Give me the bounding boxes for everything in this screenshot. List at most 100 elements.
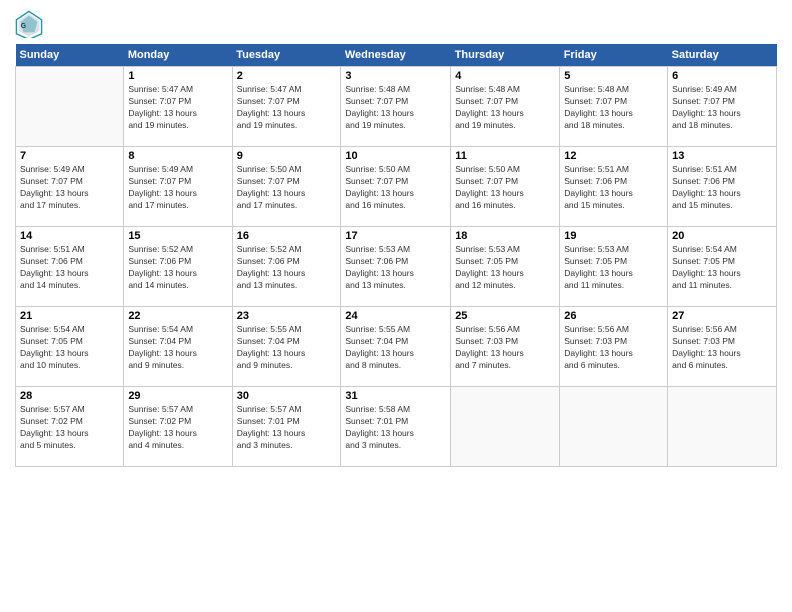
calendar-cell-1 — [16, 67, 124, 147]
col-monday: Monday — [124, 44, 232, 67]
day-number-25: 25 — [455, 310, 555, 322]
day-info-4: Sunrise: 5:48 AM Sunset: 7:07 PM Dayligh… — [455, 84, 555, 132]
col-tuesday: Tuesday — [232, 44, 341, 67]
day-info-31: Sunrise: 5:58 AM Sunset: 7:01 PM Dayligh… — [345, 404, 446, 452]
week-row-3: 14 Sunrise: 5:51 AM Sunset: 7:06 PM Dayli… — [16, 227, 777, 307]
day-info-22: Sunrise: 5:54 AM Sunset: 7:04 PM Dayligh… — [128, 324, 227, 372]
day-number-10: 10 — [345, 150, 446, 162]
day-number-20: 20 — [672, 230, 772, 242]
day-number-31: 31 — [345, 390, 446, 402]
calendar-cell-4: 3 Sunrise: 5:48 AM Sunset: 7:07 PM Daylig… — [341, 67, 451, 147]
calendar-cell-24: 23 Sunrise: 5:55 AM Sunset: 7:04 PM Dayli… — [232, 307, 341, 387]
calendar-cell-8: 7 Sunrise: 5:49 AM Sunset: 7:07 PM Daylig… — [16, 147, 124, 227]
day-number-24: 24 — [345, 310, 446, 322]
calendar-cell-15: 14 Sunrise: 5:51 AM Sunset: 7:06 PM Dayli… — [16, 227, 124, 307]
calendar-cell-13: 12 Sunrise: 5:51 AM Sunset: 7:06 PM Dayli… — [560, 147, 668, 227]
day-number-2: 2 — [237, 70, 337, 82]
calendar-table: Sunday Monday Tuesday Wednesday Thursday… — [15, 44, 777, 467]
day-info-7: Sunrise: 5:49 AM Sunset: 7:07 PM Dayligh… — [20, 164, 119, 212]
day-info-5: Sunrise: 5:48 AM Sunset: 7:07 PM Dayligh… — [564, 84, 663, 132]
calendar-cell-11: 10 Sunrise: 5:50 AM Sunset: 7:07 PM Dayli… — [341, 147, 451, 227]
calendar-cell-18: 17 Sunrise: 5:53 AM Sunset: 7:06 PM Dayli… — [341, 227, 451, 307]
day-number-3: 3 — [345, 70, 446, 82]
day-info-23: Sunrise: 5:55 AM Sunset: 7:04 PM Dayligh… — [237, 324, 337, 372]
calendar-cell-5: 4 Sunrise: 5:48 AM Sunset: 7:07 PM Daylig… — [451, 67, 560, 147]
day-info-12: Sunrise: 5:51 AM Sunset: 7:06 PM Dayligh… — [564, 164, 663, 212]
day-info-14: Sunrise: 5:51 AM Sunset: 7:06 PM Dayligh… — [20, 244, 119, 292]
day-number-21: 21 — [20, 310, 119, 322]
calendar-cell-16: 15 Sunrise: 5:52 AM Sunset: 7:06 PM Dayli… — [124, 227, 232, 307]
calendar-cell-17: 16Sunrise: 5:52 AM Sunset: 7:06 PM Dayli… — [232, 227, 341, 307]
day-info-30: Sunrise: 5:57 AM Sunset: 7:01 PM Dayligh… — [237, 404, 337, 452]
col-friday: Friday — [560, 44, 668, 67]
calendar-cell-26: 25 Sunrise: 5:56 AM Sunset: 7:03 PM Dayli… — [451, 307, 560, 387]
day-number-22: 22 — [128, 310, 227, 322]
day-number-17: 17 — [345, 230, 446, 242]
calendar-cell-34 — [560, 387, 668, 467]
day-number-9: 9 — [237, 150, 337, 162]
day-info-9: Sunrise: 5:50 AM Sunset: 7:07 PM Dayligh… — [237, 164, 337, 212]
calendar-cell-7: 6 Sunrise: 5:49 AM Sunset: 7:07 PM Daylig… — [668, 67, 777, 147]
day-number-11: 11 — [455, 150, 555, 162]
calendar-cell-33 — [451, 387, 560, 467]
col-sunday: Sunday — [16, 44, 124, 67]
day-info-24: Sunrise: 5:55 AM Sunset: 7:04 PM Dayligh… — [345, 324, 446, 372]
day-info-26: Sunrise: 5:56 AM Sunset: 7:03 PM Dayligh… — [564, 324, 663, 372]
calendar-cell-29: 28Sunrise: 5:57 AM Sunset: 7:02 PM Dayli… — [16, 387, 124, 467]
day-info-27: Sunrise: 5:56 AM Sunset: 7:03 PM Dayligh… — [672, 324, 772, 372]
day-info-18: Sunrise: 5:53 AM Sunset: 7:05 PM Dayligh… — [455, 244, 555, 292]
day-info-29: Sunrise: 5:57 AM Sunset: 7:02 PM Dayligh… — [128, 404, 227, 452]
day-info-8: Sunrise: 5:49 AM Sunset: 7:07 PM Dayligh… — [128, 164, 227, 212]
calendar-cell-32: 31 Sunrise: 5:58 AM Sunset: 7:01 PM Dayli… — [341, 387, 451, 467]
calendar-cell-9: 8Sunrise: 5:49 AM Sunset: 7:07 PM Daylig… — [124, 147, 232, 227]
page-header: G — [15, 10, 777, 38]
day-info-20: Sunrise: 5:54 AM Sunset: 7:05 PM Dayligh… — [672, 244, 772, 292]
day-number-15: 15 — [128, 230, 227, 242]
day-number-30: 30 — [237, 390, 337, 402]
day-info-17: Sunrise: 5:53 AM Sunset: 7:06 PM Dayligh… — [345, 244, 446, 292]
day-number-5: 5 — [564, 70, 663, 82]
calendar-cell-10: 9 Sunrise: 5:50 AM Sunset: 7:07 PM Daylig… — [232, 147, 341, 227]
calendar-cell-27: 26 Sunrise: 5:56 AM Sunset: 7:03 PM Dayli… — [560, 307, 668, 387]
day-info-13: Sunrise: 5:51 AM Sunset: 7:06 PM Dayligh… — [672, 164, 772, 212]
day-info-6: Sunrise: 5:49 AM Sunset: 7:07 PM Dayligh… — [672, 84, 772, 132]
calendar-cell-3: 2 Sunrise: 5:47 AM Sunset: 7:07 PM Daylig… — [232, 67, 341, 147]
day-info-11: Sunrise: 5:50 AM Sunset: 7:07 PM Dayligh… — [455, 164, 555, 212]
svg-text:G: G — [21, 23, 27, 30]
day-number-6: 6 — [672, 70, 772, 82]
week-row-2: 7 Sunrise: 5:49 AM Sunset: 7:07 PM Daylig… — [16, 147, 777, 227]
day-number-16: 16 — [237, 230, 337, 242]
day-info-21: Sunrise: 5:54 AM Sunset: 7:05 PM Dayligh… — [20, 324, 119, 372]
col-thursday: Thursday — [451, 44, 560, 67]
logo-icon: G — [15, 10, 43, 38]
day-info-2: Sunrise: 5:47 AM Sunset: 7:07 PM Dayligh… — [237, 84, 337, 132]
calendar-cell-14: 13 Sunrise: 5:51 AM Sunset: 7:06 PM Dayli… — [668, 147, 777, 227]
week-row-4: 21 Sunrise: 5:54 AM Sunset: 7:05 PM Dayli… — [16, 307, 777, 387]
day-number-23: 23 — [237, 310, 337, 322]
col-saturday: Saturday — [668, 44, 777, 67]
calendar-cell-21: 20 Sunrise: 5:54 AM Sunset: 7:05 PM Dayli… — [668, 227, 777, 307]
calendar-cell-6: 5 Sunrise: 5:48 AM Sunset: 7:07 PM Daylig… — [560, 67, 668, 147]
day-number-4: 4 — [455, 70, 555, 82]
calendar-cell-20: 19Sunrise: 5:53 AM Sunset: 7:05 PM Dayli… — [560, 227, 668, 307]
day-number-14: 14 — [20, 230, 119, 242]
logo: G — [15, 10, 47, 38]
day-info-10: Sunrise: 5:50 AM Sunset: 7:07 PM Dayligh… — [345, 164, 446, 212]
calendar-cell-31: 30 Sunrise: 5:57 AM Sunset: 7:01 PM Dayli… — [232, 387, 341, 467]
calendar-cell-19: 18Sunrise: 5:53 AM Sunset: 7:05 PM Dayli… — [451, 227, 560, 307]
col-wednesday: Wednesday — [341, 44, 451, 67]
day-number-27: 27 — [672, 310, 772, 322]
calendar-cell-28: 27 Sunrise: 5:56 AM Sunset: 7:03 PM Dayli… — [668, 307, 777, 387]
day-info-3: Sunrise: 5:48 AM Sunset: 7:07 PM Dayligh… — [345, 84, 446, 132]
day-number-12: 12 — [564, 150, 663, 162]
day-number-26: 26 — [564, 310, 663, 322]
day-number-13: 13 — [672, 150, 772, 162]
day-number-29: 29 — [128, 390, 227, 402]
calendar-cell-12: 11 Sunrise: 5:50 AM Sunset: 7:07 PM Dayli… — [451, 147, 560, 227]
day-info-25: Sunrise: 5:56 AM Sunset: 7:03 PM Dayligh… — [455, 324, 555, 372]
calendar-cell-30: 29 Sunrise: 5:57 AM Sunset: 7:02 PM Dayli… — [124, 387, 232, 467]
day-info-15: Sunrise: 5:52 AM Sunset: 7:06 PM Dayligh… — [128, 244, 227, 292]
day-number-7: 7 — [20, 150, 119, 162]
week-row-1: 1 Sunrise: 5:47 AM Sunset: 7:07 PM Daylig… — [16, 67, 777, 147]
day-number-1: 1 — [128, 70, 227, 82]
